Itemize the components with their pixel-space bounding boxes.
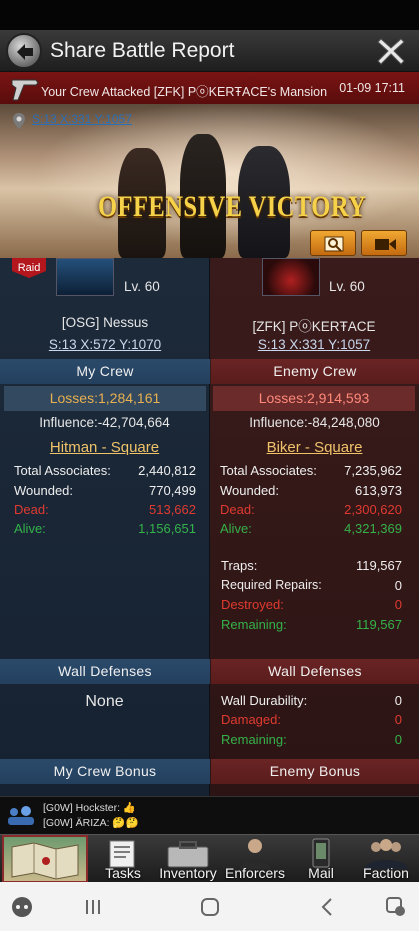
enemy-traps-remaining-value: 119,567	[355, 617, 402, 632]
game-launcher-icon[interactable]	[10, 895, 34, 919]
my-total-associates-label: Total Associates:	[14, 463, 111, 478]
my-dead-value: 513,662	[149, 502, 196, 517]
enemy-traps-destroyed-value: 0	[394, 597, 402, 612]
map-icon	[11, 842, 79, 880]
faction-nav-item[interactable]: Faction	[354, 835, 418, 883]
enemy-traps-remaining-label: Remaining:	[221, 617, 287, 632]
enemy-wall-defenses-heading: Wall Defenses	[211, 659, 419, 684]
my-crew-tactic-link[interactable]: Hitman - Square	[0, 439, 209, 456]
my-dead-label: Dead:	[14, 502, 49, 517]
my-crew-influence: Influence:-42,704,664	[39, 415, 170, 430]
world-map-button[interactable]	[2, 835, 88, 883]
enemy-wounded-label: Wounded:	[220, 483, 280, 498]
enforcers-nav-item[interactable]: Enforcers	[222, 835, 288, 883]
alliance-chat-icon	[8, 806, 34, 825]
status-bar	[0, 0, 419, 30]
inventory-label: Inventory	[159, 865, 217, 881]
enemy-crew-tactic-link[interactable]: Biker - Square	[210, 439, 419, 456]
attack-summary-bar: Your Crew Attacked [ZFK] PⓞKERŦACE's Man…	[0, 72, 419, 104]
enemy-alive-label: Alive:	[220, 521, 252, 536]
game-bottom-nav: Tasks Inventory Enforcers Mail Faction	[0, 834, 419, 883]
enemy-wall-remaining-label: Remaining:	[221, 732, 287, 747]
enemy-wall-remaining-value: 0	[394, 732, 402, 747]
video-camera-icon	[375, 239, 396, 250]
pistol-icon	[11, 79, 39, 101]
enemy-crew-avatar[interactable]	[262, 258, 320, 296]
enemy-traps-label: Traps:	[221, 558, 258, 573]
close-icon	[377, 38, 405, 65]
back-nav-icon[interactable]	[316, 895, 340, 919]
chat-message-2: [G0W] ÄRIZA: 🤔🤔	[43, 817, 139, 829]
enemy-total-associates-value: 7,235,962	[344, 463, 402, 478]
my-crew-heading: My Crew	[0, 359, 210, 384]
target-location-link[interactable]: S:13 X:331 Y:1057	[32, 112, 132, 126]
enemy-required-repairs-label: Required Repairs:	[221, 578, 322, 592]
my-crew-coords-link[interactable]: S:13 X:572 Y:1070	[0, 337, 210, 352]
enemy-alive-value: 4,321,369	[344, 521, 402, 536]
enforcers-label: Enforcers	[225, 865, 285, 881]
my-alive-label: Alive:	[14, 521, 46, 536]
magnifier-icon	[324, 236, 344, 252]
enemy-total-associates-label: Total Associates:	[220, 463, 317, 478]
my-alive-value: 1,156,651	[138, 521, 196, 536]
back-button[interactable]	[6, 33, 42, 69]
title-bar: Share Battle Report	[0, 30, 419, 72]
enemy-traps-destroyed-label: Destroyed:	[221, 597, 284, 612]
system-nav-bar	[0, 882, 419, 931]
enemy-wall-durability-value: 0	[394, 693, 402, 708]
battle-report-body: Raid Lv. 60 Lv. 60 [OSG] Nessus [ZFK] Pⓞ…	[0, 258, 419, 796]
inventory-nav-item[interactable]: Inventory	[156, 835, 220, 883]
close-button[interactable]	[375, 34, 407, 66]
enemy-traps-value: 119,567	[355, 558, 402, 573]
enemy-dead-label: Dead:	[220, 502, 255, 517]
faction-label: Faction	[363, 865, 409, 881]
my-crew-level: Lv. 60	[124, 279, 160, 294]
enemy-crew-heading: Enemy Crew	[211, 359, 419, 384]
enemy-crew-coords-link[interactable]: S:13 X:331 Y:1057	[209, 337, 419, 352]
my-wounded-label: Wounded:	[14, 483, 74, 498]
mail-label: Mail	[308, 865, 334, 881]
attack-description: Your Crew Attacked [ZFK] PⓞKERŦACE's Man…	[41, 85, 328, 99]
enemy-crew-name: [ZFK] PⓞKERŦACE	[252, 319, 376, 334]
replay-video-button[interactable]	[361, 230, 407, 256]
battle-result-banner: S:13 X:331 Y:1057 OFFENSIVE VICTORY	[0, 104, 419, 258]
enemy-dead-value: 2,300,620	[344, 502, 402, 517]
mail-nav-item[interactable]: Mail	[290, 835, 352, 883]
enemy-crew-influence: Influence:-84,248,080	[249, 415, 380, 430]
page-title: Share Battle Report	[50, 39, 235, 62]
chat-preview-bar[interactable]: [G0W] Hockster: 👍 [G0W] ÄRIZA: 🤔🤔	[0, 796, 419, 834]
my-crew-name: [OSG] Nessus	[61, 315, 149, 330]
enemy-crew-losses: Losses:2,914,593	[213, 386, 415, 411]
enemy-crew-level: Lv. 60	[329, 279, 365, 294]
tasks-label: Tasks	[105, 865, 141, 881]
my-wall-defenses-value: None	[85, 693, 124, 710]
attack-timestamp: 01-09 17:11	[339, 81, 405, 95]
enemy-wall-damaged-label: Damaged:	[221, 712, 281, 727]
battle-result-title: OFFENSIVE VICTORY	[98, 190, 367, 223]
enemy-required-repairs-value: 0	[394, 578, 402, 593]
chat-message-1: [G0W] Hockster: 👍	[43, 802, 137, 814]
home-icon[interactable]	[198, 895, 222, 919]
my-wall-defenses-heading: Wall Defenses	[0, 659, 210, 684]
my-total-associates-value: 2,440,812	[138, 463, 196, 478]
my-crew-bonus-heading: My Crew Bonus	[0, 759, 210, 784]
enemy-wall-durability-label: Wall Durability:	[221, 693, 308, 708]
my-crew-avatar[interactable]	[56, 258, 114, 296]
enemy-wounded-value: 613,973	[355, 483, 402, 498]
my-wounded-value: 770,499	[149, 483, 196, 498]
view-details-button[interactable]	[310, 230, 356, 256]
enemy-wall-damaged-value: 0	[394, 712, 402, 727]
enemy-bonus-heading: Enemy Bonus	[211, 759, 419, 784]
screenshot-assist-icon[interactable]	[384, 895, 408, 919]
my-crew-losses: Losses:1,284,161	[4, 386, 206, 411]
back-arrow-icon	[17, 44, 33, 60]
tasks-nav-item[interactable]: Tasks	[92, 835, 154, 883]
location-pin-icon	[13, 113, 25, 129]
recent-apps-icon[interactable]	[81, 895, 105, 919]
